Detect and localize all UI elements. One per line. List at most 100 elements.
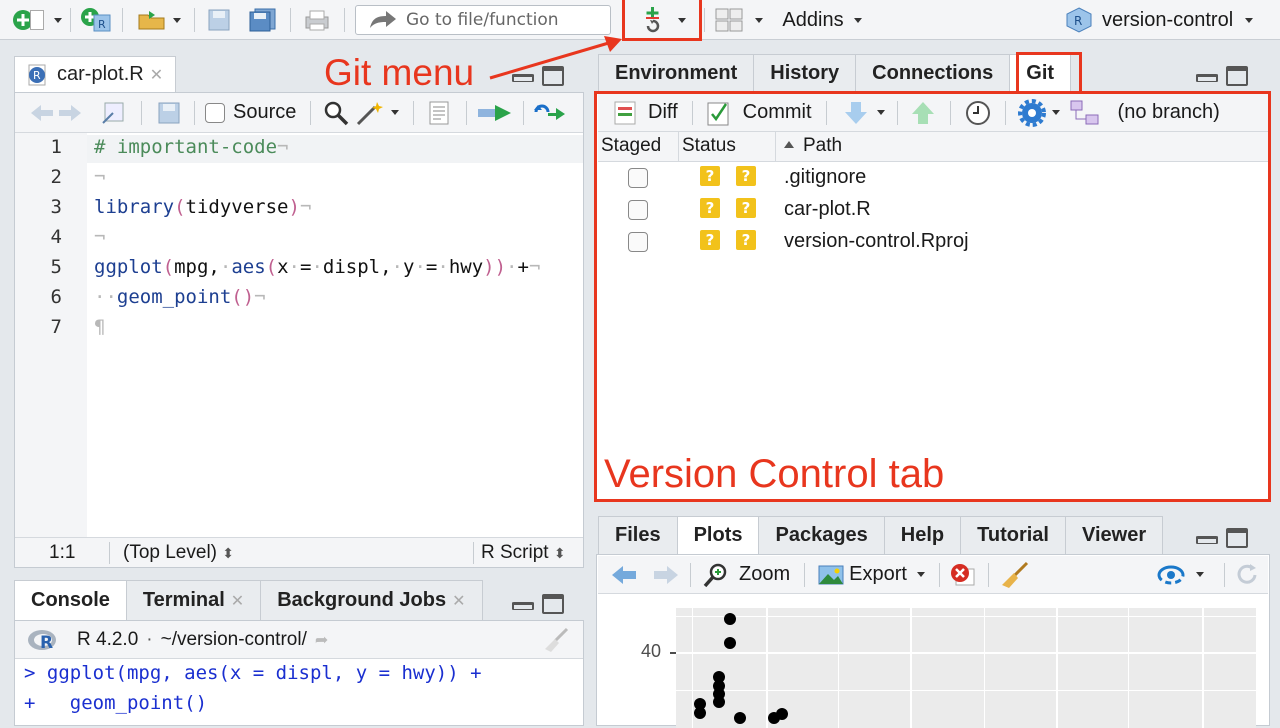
- r-version: R 4.2.0: [77, 628, 139, 650]
- back-forward-icon[interactable]: [29, 103, 83, 123]
- minimize-icon[interactable]: [512, 602, 534, 610]
- tab-history[interactable]: History: [753, 54, 856, 92]
- file-type-selector[interactable]: R Script ⬍: [481, 542, 566, 564]
- plot-forward-icon[interactable]: [652, 564, 680, 586]
- addins-menu[interactable]: Addins: [776, 6, 868, 34]
- new-file-button[interactable]: [8, 6, 66, 34]
- grid-layout-icon: [715, 8, 743, 32]
- editor-tab-car-plot[interactable]: R car-plot.R ✕: [14, 56, 177, 92]
- zoom-button[interactable]: Zoom: [739, 563, 790, 586]
- line-number: 4: [50, 226, 62, 248]
- project-menu[interactable]: R version-control: [1066, 6, 1272, 34]
- editor-tabstrip: R car-plot.R ✕: [14, 56, 177, 92]
- editor-toolbar: Source: [15, 93, 583, 133]
- r-file-icon: R: [28, 64, 46, 85]
- files-tabstrip: Files Plots Packages Help Tutorial Viewe…: [598, 516, 1164, 554]
- clear-plots-broom-icon[interactable]: [999, 561, 1029, 589]
- plots-toolbar: Zoom Export: [598, 556, 1268, 594]
- tab-background-jobs[interactable]: Background Jobs ✕: [260, 580, 483, 620]
- new-project-icon: R: [81, 8, 111, 32]
- minimize-icon[interactable]: [1196, 536, 1218, 544]
- git-tab-highlight: [1016, 52, 1082, 94]
- data-point: [694, 707, 706, 719]
- goto-dir-icon[interactable]: ➦: [315, 630, 328, 650]
- y-axis-tick-label: 40: [641, 641, 662, 661]
- remove-plot-icon[interactable]: [950, 563, 976, 587]
- code-line-7: ¶: [94, 316, 106, 338]
- console-line-1: > ggplot(mpg, aes(x = displ, y = hwy)) +: [24, 662, 482, 684]
- svg-text:R: R: [1074, 14, 1082, 28]
- line-number: 6: [50, 286, 62, 308]
- data-point: [713, 696, 725, 708]
- code-line-3: library(tidyverse)¬: [94, 196, 312, 218]
- source-on-save-label: Source: [233, 101, 297, 123]
- line-number: 2: [50, 166, 62, 188]
- data-point: [734, 712, 746, 724]
- env-minmax: [1196, 66, 1248, 86]
- version-control-tab-annotation: Version Control tab: [604, 452, 945, 496]
- close-tab-icon[interactable]: ✕: [150, 65, 163, 85]
- line-number: 5: [50, 256, 62, 278]
- annotation-arrow: [489, 36, 622, 80]
- tab-plots[interactable]: Plots: [676, 516, 759, 554]
- find-replace-icon[interactable]: [323, 100, 349, 126]
- data-point: [724, 613, 736, 625]
- print-button[interactable]: [300, 6, 334, 34]
- open-file-button[interactable]: [132, 6, 186, 34]
- pane-layout-button[interactable]: [712, 6, 766, 34]
- plot-back-icon[interactable]: [610, 564, 638, 586]
- plot-viewport: 40: [598, 595, 1268, 728]
- tab-terminal[interactable]: Terminal ✕: [125, 580, 261, 620]
- tab-viewer[interactable]: Viewer: [1064, 516, 1164, 554]
- scope-selector[interactable]: (Top Level) ⬍: [123, 542, 234, 564]
- editor-tab-label: car-plot.R: [57, 63, 144, 85]
- console-minmax: [512, 594, 564, 614]
- code-tools-wand-icon[interactable]: [355, 100, 385, 126]
- cursor-position: 1:1: [49, 541, 76, 563]
- code-line-1: # important-code¬: [94, 136, 289, 158]
- env-tabstrip: Environment History Connections Git: [598, 54, 1072, 92]
- save-icon: [208, 9, 230, 31]
- publish-icon[interactable]: [1156, 563, 1186, 587]
- project-label: version-control: [1102, 8, 1234, 31]
- refresh-icon[interactable]: [1234, 562, 1260, 588]
- tab-packages[interactable]: Packages: [758, 516, 884, 554]
- clear-console-broom-icon[interactable]: [541, 627, 571, 653]
- code-area[interactable]: [87, 133, 583, 537]
- print-icon: [305, 10, 329, 31]
- maximize-icon[interactable]: [542, 594, 564, 614]
- addins-label: Addins: [782, 8, 844, 31]
- compile-report-icon[interactable]: [426, 101, 452, 125]
- working-directory: ~/version-control/: [160, 628, 307, 650]
- tab-files[interactable]: Files: [598, 516, 677, 554]
- minimize-icon[interactable]: [1196, 74, 1218, 82]
- new-project-button[interactable]: R: [78, 6, 114, 34]
- goto-arrow-icon: [370, 11, 396, 28]
- source-on-save-checkbox[interactable]: [205, 102, 225, 123]
- close-tab-icon[interactable]: ✕: [452, 591, 465, 611]
- rerun-icon[interactable]: [532, 102, 566, 124]
- maximize-icon[interactable]: [1226, 528, 1248, 548]
- save-all-icon: [249, 8, 276, 32]
- tab-help[interactable]: Help: [883, 516, 961, 554]
- line-number: 3: [50, 196, 62, 218]
- tab-tutorial[interactable]: Tutorial: [960, 516, 1065, 554]
- maximize-icon[interactable]: [1226, 66, 1248, 86]
- svg-text:R: R: [33, 69, 41, 82]
- tab-console[interactable]: Console: [14, 580, 126, 620]
- git-menu-annotation: Git menu: [324, 52, 475, 93]
- close-tab-icon[interactable]: ✕: [231, 591, 244, 611]
- save-all-button[interactable]: [246, 6, 280, 34]
- line-number: 1: [50, 136, 62, 158]
- export-button[interactable]: Export: [849, 563, 907, 586]
- show-in-window-icon[interactable]: [101, 101, 127, 125]
- editor-save-icon[interactable]: [158, 102, 180, 124]
- folder-open-icon: [138, 11, 165, 30]
- tab-connections[interactable]: Connections: [855, 54, 1010, 92]
- editor-statusbar: 1:1 (Top Level) ⬍ R Script ⬍: [15, 537, 583, 567]
- zoom-icon: [703, 563, 727, 587]
- run-line-icon[interactable]: [477, 103, 513, 123]
- save-button[interactable]: [204, 6, 234, 34]
- data-point: [768, 712, 780, 724]
- export-image-icon: [818, 565, 844, 584]
